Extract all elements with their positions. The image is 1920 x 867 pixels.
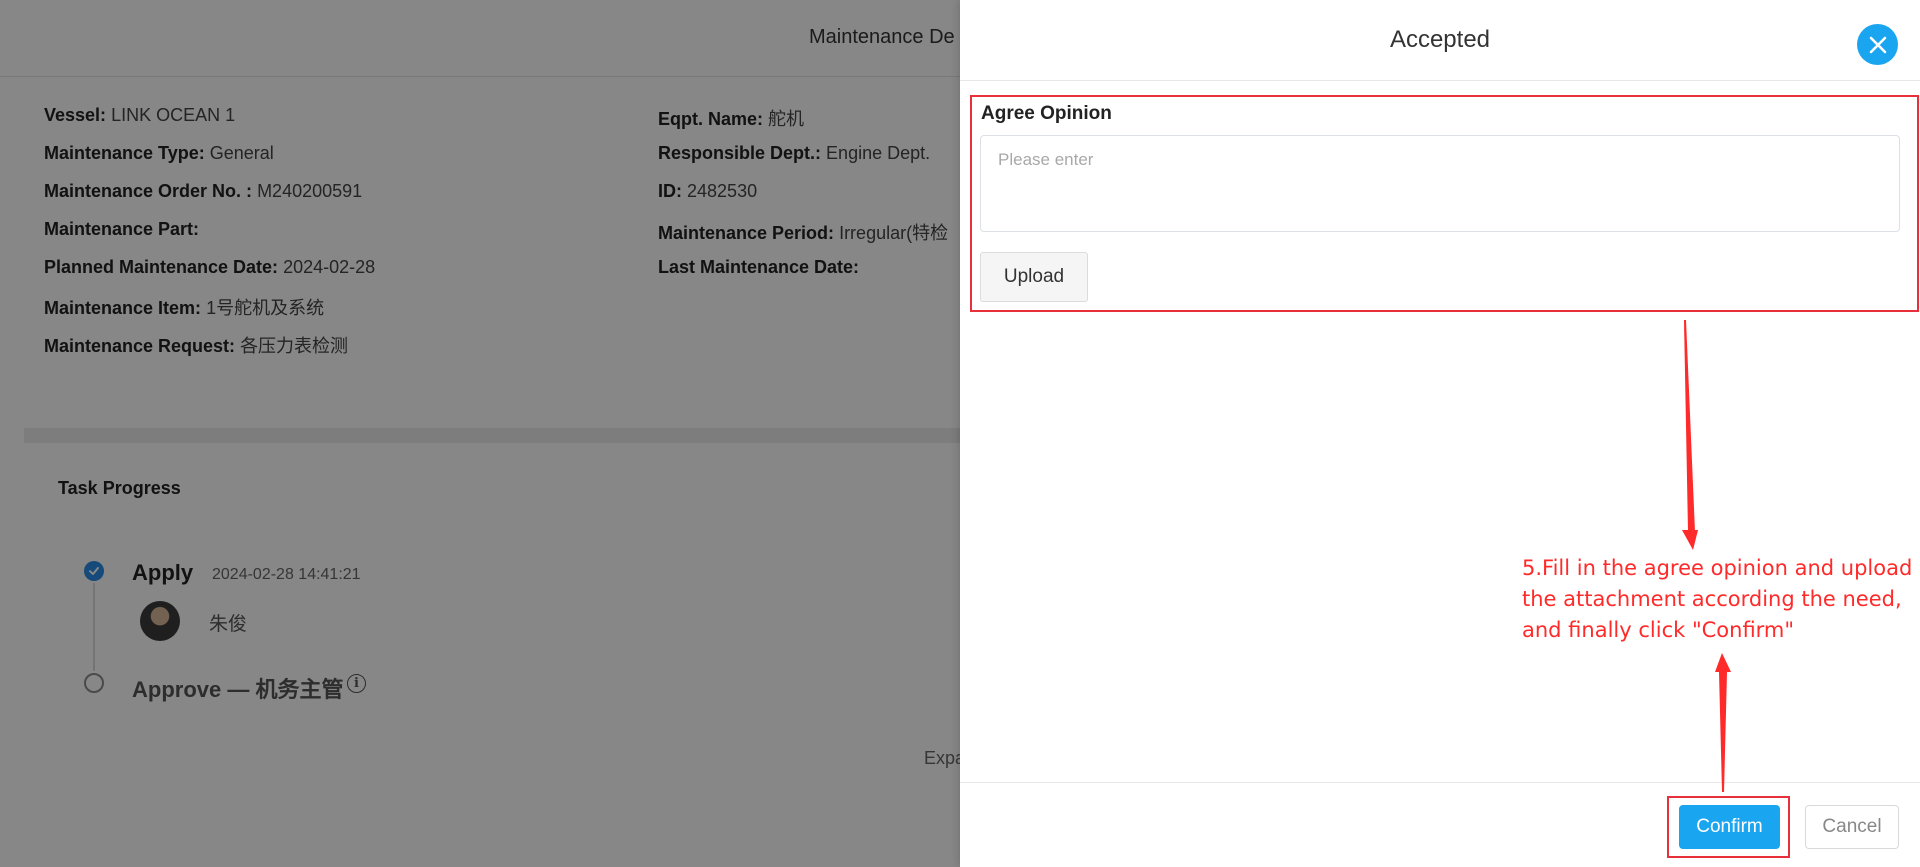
drawer-title: Accepted xyxy=(1389,26,1491,53)
upload-button[interactable]: Upload xyxy=(980,252,1088,302)
close-button[interactable] xyxy=(1857,24,1898,65)
agree-opinion-input[interactable] xyxy=(980,135,1900,232)
annotation-instruction: 5.Fill in the agree opinion and upload t… xyxy=(1522,556,1913,642)
confirm-button[interactable]: Confirm xyxy=(1679,805,1780,849)
agree-opinion-label: Agree Opinion xyxy=(981,103,1112,124)
drawer-header: Accepted xyxy=(960,0,1920,81)
cancel-button[interactable]: Cancel xyxy=(1805,805,1899,849)
close-icon xyxy=(1869,36,1886,53)
accepted-drawer: Accepted Agree Opinion Upload Confirm Ca… xyxy=(960,0,1920,867)
